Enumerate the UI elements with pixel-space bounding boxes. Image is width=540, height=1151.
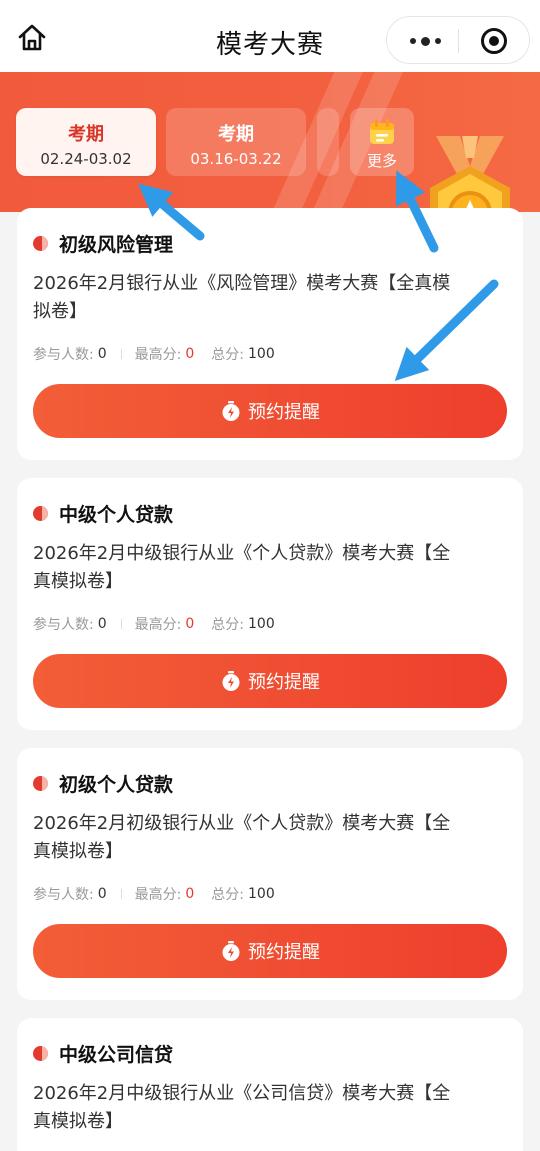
- title-marker-icon: [33, 506, 48, 521]
- exam-description: 2026年2月初级银行从业《个人贷款》模考大赛【全真模拟卷】: [33, 813, 451, 862]
- tab-date: 03.16-03.22: [190, 150, 282, 168]
- total-score: 100: [248, 886, 275, 902]
- more-periods-button[interactable]: 更多: [350, 108, 414, 176]
- more-options-button[interactable]: [405, 29, 445, 53]
- title-marker-icon: [33, 236, 48, 251]
- max-score: 0: [185, 346, 195, 362]
- tab-period-3[interactable]: [317, 108, 339, 176]
- title-marker-icon: [33, 776, 48, 791]
- alarm-clock-icon: [222, 941, 240, 961]
- tab-date: 02.24-03.02: [40, 150, 132, 168]
- exam-card: 中级公司信贷 2026年2月中级银行从业《公司信贷》模考大赛【全真模拟卷】: [17, 1018, 523, 1151]
- capsule-divider: [458, 29, 459, 53]
- close-miniprogram-icon[interactable]: [481, 28, 507, 54]
- participants-count: 0: [97, 886, 107, 902]
- participants-count: 0: [97, 616, 107, 632]
- total-score: 100: [248, 616, 275, 632]
- title-marker-icon: [33, 1046, 48, 1061]
- medal-icon: [430, 136, 510, 212]
- exam-period-banner: 考期 02.24-03.02 考期 03.16-03.22 更多: [0, 72, 540, 212]
- tab-label: 考期: [68, 124, 104, 145]
- exam-description: 2026年2月中级银行从业《个人贷款》模考大赛【全真模拟卷】: [33, 543, 451, 592]
- tab-label: 考期: [218, 124, 254, 145]
- exam-card: 初级个人贷款 2026年2月初级银行从业《个人贷款》模考大赛【全真模拟卷】 参与…: [17, 748, 523, 1000]
- top-nav-bar: 模考大赛: [0, 0, 540, 72]
- max-score: 0: [185, 616, 195, 632]
- total-score: 100: [248, 346, 275, 362]
- exam-title: 中级公司信贷: [59, 1044, 174, 1066]
- more-label: 更多: [366, 152, 397, 170]
- participants-count: 0: [97, 346, 107, 362]
- exam-title: 初级个人贷款: [59, 774, 174, 796]
- reminder-button[interactable]: 预约提醒: [33, 384, 507, 438]
- exam-stats: 参与人数: 0 最高分: 0 总分: 100: [33, 346, 275, 363]
- exam-title: 中级个人贷款: [59, 504, 174, 526]
- exam-card: 初级风险管理 2026年2月银行从业《风险管理》模考大赛【全真模拟卷】 参与人数…: [17, 208, 523, 460]
- max-score: 0: [185, 886, 195, 902]
- tab-period-1[interactable]: 考期 02.24-03.02: [16, 108, 156, 176]
- exam-title: 初级风险管理: [59, 234, 174, 256]
- alarm-clock-icon: [222, 671, 240, 691]
- reminder-button[interactable]: 预约提醒: [33, 654, 507, 708]
- calendar-icon: [370, 119, 394, 144]
- tab-period-2[interactable]: 考期 03.16-03.22: [166, 108, 306, 176]
- exam-description: 2026年2月银行从业《风险管理》模考大赛【全真模拟卷】: [33, 273, 451, 322]
- exam-card: 中级个人贷款 2026年2月中级银行从业《个人贷款》模考大赛【全真模拟卷】 参与…: [17, 478, 523, 730]
- alarm-clock-icon: [222, 401, 240, 421]
- reminder-button[interactable]: 预约提醒: [33, 924, 507, 978]
- exam-description: 2026年2月中级银行从业《公司信贷》模考大赛【全真模拟卷】: [33, 1083, 451, 1132]
- mini-program-capsule: [386, 16, 530, 64]
- exam-stats: 参与人数: 0 最高分: 0 总分: 100: [33, 616, 275, 633]
- exam-stats: 参与人数: 0 最高分: 0 总分: 100: [33, 886, 275, 903]
